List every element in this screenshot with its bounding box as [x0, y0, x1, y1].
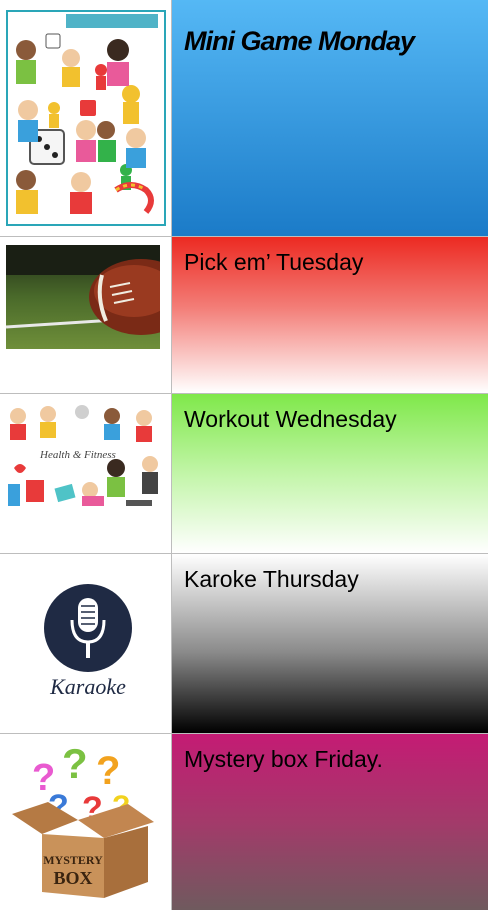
wednesday-image-cell: Health & Fitness — [0, 394, 172, 553]
svg-text:?: ? — [62, 742, 88, 787]
thursday-label-cell: Karoke Thursday — [172, 554, 488, 733]
friday-image-cell: ? ? ? ? ? ? MYSTERY BOX — [0, 734, 172, 910]
monday-image-cell — [0, 0, 172, 236]
schedule-row-wednesday: Health & Fitness Workout Wednesday — [0, 393, 488, 553]
schedule-row-thursday: Karaoke Karoke Thursday — [0, 553, 488, 733]
monday-label-cell: Mini Game Monday — [172, 0, 488, 236]
tuesday-label: Pick em’ Tuesday — [184, 249, 364, 275]
thursday-image-cell: Karaoke — [0, 554, 172, 733]
karaoke-word: Karaoke — [49, 674, 126, 699]
box-word-mystery: MYSTERY — [43, 853, 103, 867]
schedule-row-monday: Mini Game Monday — [0, 0, 488, 236]
box-word-box: BOX — [53, 868, 92, 888]
weekly-schedule-table: Mini Game Monday Pick em’ Tuesday Health… — [0, 0, 488, 910]
fitness-kids-image: Health & Fitness — [4, 402, 164, 512]
schedule-row-friday: ? ? ? ? ? ? MYSTERY BOX Mystery box Frid… — [0, 733, 488, 910]
wednesday-label-cell: Workout Wednesday — [172, 394, 488, 553]
football-image — [6, 245, 160, 349]
fitness-caption: Health & Fitness — [39, 449, 116, 461]
svg-text:?: ? — [96, 749, 120, 793]
tuesday-label-cell: Pick em’ Tuesday — [172, 237, 488, 393]
tuesday-image-cell — [0, 237, 172, 393]
board-game-kids-image — [6, 10, 166, 226]
schedule-row-tuesday: Pick em’ Tuesday — [0, 236, 488, 393]
karaoke-microphone-image: Karaoke — [44, 584, 132, 699]
friday-label-cell: Mystery box Friday. — [172, 734, 488, 910]
thursday-label: Karoke Thursday — [184, 566, 359, 592]
monday-label: Mini Game Monday — [184, 26, 415, 56]
friday-label: Mystery box Friday. — [184, 746, 383, 772]
mystery-box-image: ? ? ? ? ? ? MYSTERY BOX — [12, 742, 154, 898]
wednesday-label: Workout Wednesday — [184, 406, 397, 432]
